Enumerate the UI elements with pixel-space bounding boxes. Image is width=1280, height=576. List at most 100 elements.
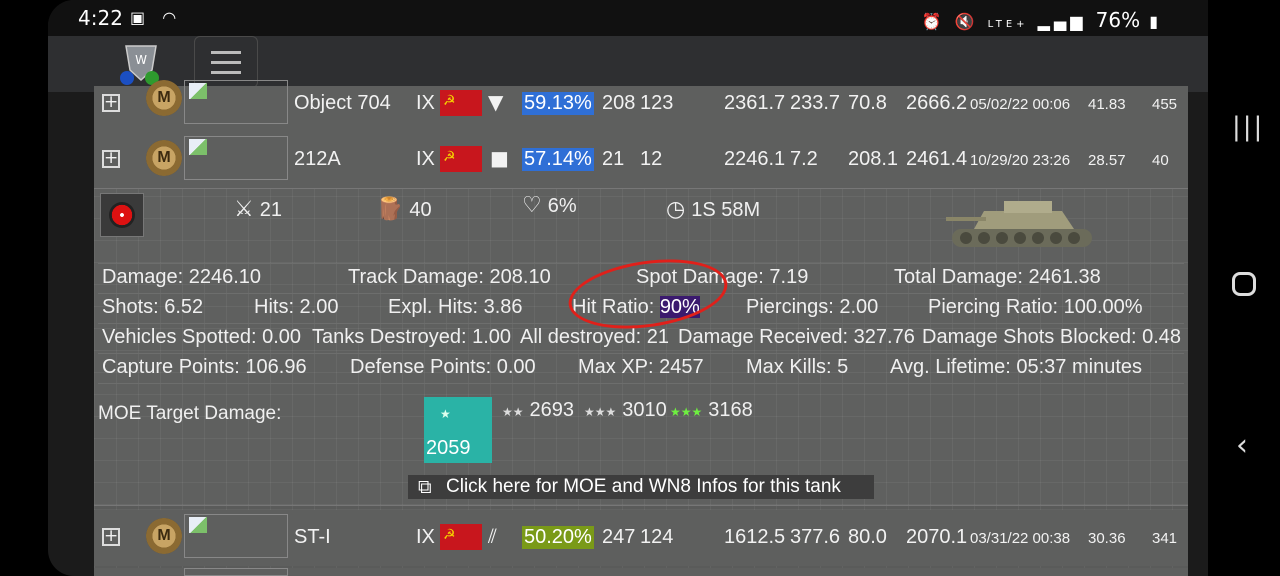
back-icon[interactable]: ‹ <box>1236 428 1248 463</box>
two-star-icon: ★★ <box>502 405 524 419</box>
tree-logs-icon: 🪵 <box>376 197 404 222</box>
avg-damage: 1612.5 <box>724 526 786 548</box>
clock-infinity-icon: ◷ <box>666 197 686 222</box>
expand-icon[interactable]: + <box>102 94 120 112</box>
expand-icon[interactable]: + <box>102 528 120 546</box>
medal-icon <box>100 193 144 237</box>
mastery-badge-icon: M <box>146 80 182 116</box>
moe-two-star: ★★ 2693 <box>502 399 574 422</box>
stats-row-4: Capture Points: 106.96 Defense Points: 0… <box>98 353 1184 384</box>
notification-icons: ▣ ◠ <box>130 8 183 27</box>
crossed-swords-icon: ⚔ <box>234 197 254 222</box>
tank-silhouette-image <box>946 201 1092 247</box>
tank-row[interactable]: + M ST-I IX ☭ ⫽ 50.20% 247 124 1612.5 37… <box>94 510 1188 566</box>
defense-points-stat: Defense Points: 0.00 <box>350 356 536 378</box>
ussr-flag-icon: ☭ <box>440 90 482 116</box>
avg-damage: 2361.7 <box>724 92 786 114</box>
android-nav-bar: ||| ‹ <box>1208 0 1280 576</box>
winrate-badge: 59.13% <box>522 92 594 115</box>
green-stars-icon: ★★★ <box>670 405 703 419</box>
max-xp-stat: Max XP: 2457 <box>578 356 704 378</box>
ussr-flag-icon: ☭ <box>440 146 482 172</box>
tank-name[interactable]: ST-I <box>294 526 331 549</box>
avg-damage: 2246.1 <box>724 148 786 170</box>
battles: 247 <box>602 526 636 548</box>
recent-apps-icon[interactable]: ||| <box>1232 112 1264 142</box>
tank-image <box>184 80 288 124</box>
total-damage: 2070.1 <box>906 526 968 548</box>
trees-stat: 🪵 40 <box>376 197 432 222</box>
svg-text:W: W <box>135 53 147 67</box>
track-damage-stat: Track Damage: 208.10 <box>348 266 551 288</box>
avg-lifetime-stat: Avg. Lifetime: 05:37 minutes <box>890 356 1142 378</box>
moe-four-star-value: 3168 <box>708 399 753 421</box>
wins: 12 <box>640 148 663 170</box>
damage-blocked-stat: Damage Shots Blocked: 0.48 <box>922 326 1182 348</box>
survival-value: 6% <box>547 195 577 217</box>
tank-tier: IX <box>416 92 435 114</box>
last-value: 40 <box>1152 152 1169 169</box>
tank-name[interactable]: 212A <box>294 148 341 171</box>
tank-type-icon: ▼ <box>488 90 504 114</box>
moe-one-star-box: ★ 2059 <box>424 397 492 463</box>
tank-stats-list: + M Object 704 IX ☭ ▼ 59.13% 208 123 236… <box>94 80 1188 576</box>
moe-three-star-value: 3010 <box>622 399 667 421</box>
total-damage: 2461.4 <box>906 148 968 170</box>
avg-assist: 233.7 <box>790 92 841 114</box>
status-bar: 4:22 ▣ ◠ ⏰ 🔇 LTE+ ▂▄▆ 76% ▮ <box>48 0 1208 36</box>
app-screen: 4:22 ▣ ◠ ⏰ 🔇 LTE+ ▂▄▆ 76% ▮ W + M Object… <box>48 0 1208 576</box>
kills-stat: ⚔ 21 <box>234 197 282 222</box>
wins: 123 <box>640 92 674 114</box>
avg-assist: 7.2 <box>790 148 818 170</box>
avg-assist: 377.6 <box>790 526 841 548</box>
winrate-badge: 57.14% <box>522 148 594 171</box>
tank-image <box>184 568 288 576</box>
winrate-badge: 50.20% <box>522 526 594 549</box>
ratio: 30.36 <box>1088 530 1126 547</box>
last-battle-date: 05/02/22 00:06 <box>970 96 1071 113</box>
shots-stat: Shots: 6.52 <box>102 296 204 318</box>
expand-icon[interactable]: + <box>102 150 120 168</box>
last-battle-date: 03/31/22 00:38 <box>970 530 1071 547</box>
status-time: 4:22 <box>78 6 123 30</box>
avg-other: 208.1 <box>848 148 899 170</box>
survival-stat: ♡ 6% <box>522 193 577 218</box>
tanks-destroyed-stat: Tanks Destroyed: 1.00 <box>312 326 511 348</box>
star-icon: ★ <box>440 407 451 421</box>
battles: 21 <box>602 148 625 170</box>
home-icon[interactable] <box>1232 272 1256 296</box>
all-destroyed-stat: All destroyed: 21 <box>520 326 669 348</box>
system-icons: ⏰ 🔇 LTE+ ▂▄▆ 76% ▮ <box>921 8 1162 32</box>
mastery-badge-icon: M <box>146 518 182 554</box>
avg-other: 80.0 <box>848 526 887 548</box>
last-battle-date: 10/29/20 23:26 <box>970 152 1071 169</box>
avg-other: 70.8 <box>848 92 887 114</box>
max-kills-stat: Max Kills: 5 <box>746 356 849 378</box>
battles: 208 <box>602 92 636 114</box>
tank-image <box>184 136 288 180</box>
lifetime-value: 1S 58M <box>691 199 761 221</box>
tank-type-icon: ⫽ <box>488 524 497 548</box>
kills-value: 21 <box>259 199 282 221</box>
damage-stat: Damage: 2246.10 <box>102 266 262 288</box>
moe-wn8-info-link[interactable]: ⧉ Click here for MOE and WN8 Infos for t… <box>408 475 874 499</box>
tank-row[interactable]: + M 212A IX ☭ ■ 57.14% 21 12 2246.1 7.2 … <box>94 132 1188 188</box>
wot-console-logo[interactable]: W <box>118 40 164 86</box>
tank-type-icon: ■ <box>490 146 509 170</box>
moe-one-star-value: 2059 <box>426 437 471 459</box>
ratio: 28.57 <box>1088 152 1126 169</box>
moe-three-star: ★★★ 3010 <box>584 399 667 422</box>
network-label: LTE+ <box>987 19 1029 30</box>
phone-bezel <box>0 0 48 576</box>
external-link-icon: ⧉ <box>418 476 432 498</box>
tank-tier: IX <box>416 148 435 170</box>
last-value: 341 <box>1152 530 1178 547</box>
wins: 124 <box>640 526 674 548</box>
expl-hits-stat: Expl. Hits: 3.86 <box>388 296 523 318</box>
tank-name[interactable]: Object 704 <box>294 92 391 115</box>
piercing-ratio-stat: Piercing Ratio: 100.00% <box>928 296 1143 318</box>
three-star-icon: ★★★ <box>584 405 617 419</box>
moe-wn8-link-text: Click here for MOE and WN8 Infos for thi… <box>446 476 841 497</box>
vehicles-spotted-stat: Vehicles Spotted: 0.00 <box>102 326 302 348</box>
battery-label: 76% <box>1095 8 1141 32</box>
